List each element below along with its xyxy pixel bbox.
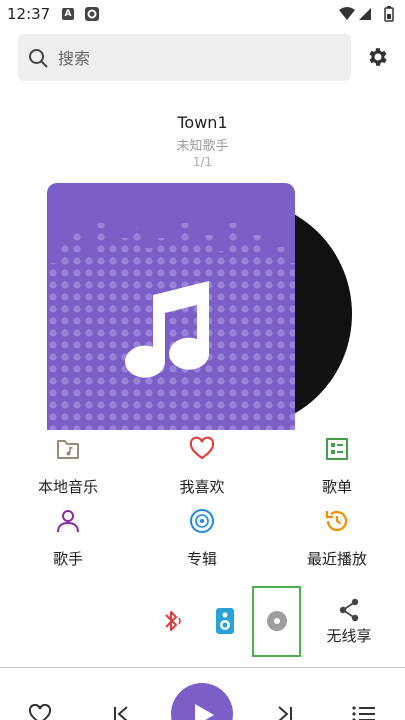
menu-local-music[interactable]: 本地音乐 (13, 430, 123, 500)
menu-albums[interactable]: 专辑 (147, 502, 257, 572)
menu-label: 专辑 (186, 550, 217, 568)
menu-label: 歌手 (52, 550, 83, 568)
menu-label: 最近播放 (306, 550, 367, 568)
music-note-icon (47, 223, 295, 430)
status-bar: 12:37 A (0, 0, 405, 30)
playlist-icon (326, 438, 348, 460)
song-index: 1/1 (192, 155, 213, 169)
status-time: 12:37 (7, 5, 51, 23)
search-icon (29, 49, 48, 68)
search-bar[interactable] (18, 34, 351, 81)
menu-label: 歌单 (321, 478, 352, 496)
song-artist: 未知歌手 (176, 139, 229, 154)
heart-icon (189, 436, 215, 460)
menu-favorites[interactable]: 我喜欢 (147, 430, 257, 500)
menu-label: 我喜欢 (179, 478, 225, 496)
share-label[interactable]: 无线享 (323, 625, 375, 646)
menu-recent[interactable]: 最近播放 (282, 502, 392, 572)
menu-artists[interactable]: 歌手 (13, 502, 123, 572)
gear-icon[interactable] (366, 45, 390, 69)
folder-music-icon (57, 440, 79, 459)
notification-record-icon (85, 7, 99, 21)
album-cover[interactable] (47, 183, 295, 430)
person-icon (57, 510, 79, 533)
disc-icon[interactable] (266, 610, 288, 632)
album-icon (190, 509, 214, 533)
history-icon (325, 510, 348, 532)
favorite-heart-icon[interactable] (28, 704, 52, 720)
song-title: Town1 (177, 113, 228, 132)
menu-playlist[interactable]: 歌单 (282, 430, 392, 500)
notification-a-icon: A (62, 8, 74, 20)
search-input[interactable] (58, 42, 338, 74)
signal-battery-icons (339, 6, 394, 22)
menu-label: 本地音乐 (37, 478, 98, 496)
play-icon (195, 704, 214, 720)
speaker-icon[interactable] (215, 607, 235, 635)
playlist-queue-icon[interactable] (352, 706, 376, 720)
next-track-icon[interactable] (276, 706, 294, 720)
bluetooth-icon[interactable] (161, 608, 183, 634)
previous-track-icon[interactable] (112, 706, 130, 720)
share-icon[interactable] (338, 598, 360, 622)
